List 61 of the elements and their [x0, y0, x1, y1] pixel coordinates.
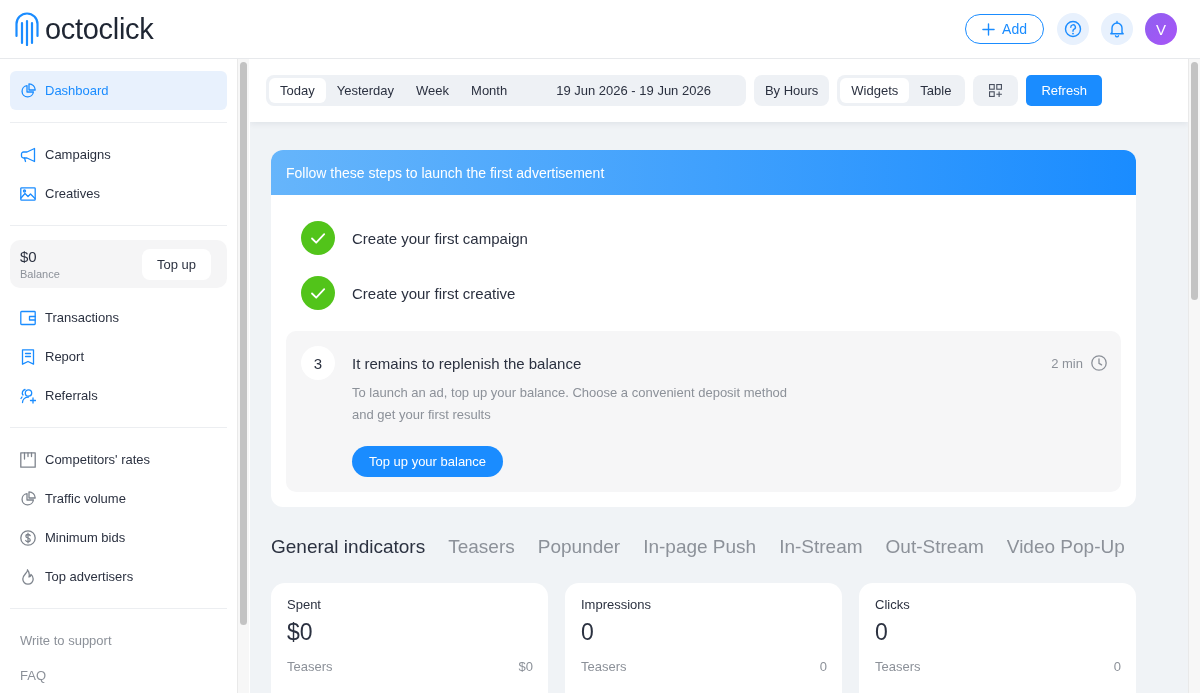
- period-tab[interactable]: Yesterday: [325, 78, 406, 103]
- pie-chart-icon: [20, 82, 36, 99]
- flame-icon: [20, 568, 36, 585]
- stat-row-value: 0: [819, 659, 827, 674]
- pie-chart-icon: [20, 490, 36, 507]
- view-tab[interactable]: Table: [909, 78, 963, 103]
- step-duration: 2 min: [1051, 355, 1083, 371]
- grid-icon: [989, 84, 1003, 97]
- logo-icon: [15, 12, 39, 46]
- bell-icon[interactable]: [1101, 13, 1133, 45]
- document-icon: [20, 348, 36, 365]
- balance-amount: $0: [20, 248, 38, 265]
- sidebar-item[interactable]: Minimum bids: [10, 518, 227, 557]
- stat-value: 0: [875, 618, 889, 647]
- sidebar-item[interactable]: Traffic volume: [10, 479, 227, 518]
- wallet-icon: [20, 309, 36, 326]
- sidebar-item[interactable]: Top advertisers: [10, 557, 227, 596]
- view-tab[interactable]: Widgets: [840, 78, 910, 103]
- stat-row-label: Teasers: [287, 659, 333, 674]
- sidebar-item[interactable]: Campaigns: [10, 135, 227, 174]
- sidebar-item[interactable]: Referrals: [10, 376, 227, 415]
- step-title: Create your first creative: [352, 284, 516, 302]
- stat-row-value: 0: [1113, 659, 1121, 674]
- plus-icon: [982, 22, 996, 36]
- dollar-icon: [20, 529, 36, 546]
- sidebar-item[interactable]: Competitors' rates: [10, 440, 227, 479]
- period-tab[interactable]: Month: [460, 78, 519, 103]
- clock-icon: [1091, 355, 1107, 371]
- stat-title: Clicks: [875, 597, 911, 613]
- image-icon: [20, 185, 36, 202]
- help-icon[interactable]: [1057, 13, 1089, 45]
- sidebar-item[interactable]: Transactions: [10, 298, 227, 337]
- period-tab[interactable]: Week: [405, 78, 461, 103]
- step-title: It remains to replenish the balance: [352, 354, 582, 372]
- step-description: To launch an ad, top up your balance. Choose a convenient deposit method and get your first results: [352, 384, 789, 424]
- sidebar-item[interactable]: Report: [10, 337, 227, 376]
- megaphone-icon: [20, 146, 36, 163]
- stat-value: 0: [581, 618, 595, 647]
- stat-title: Spent: [287, 597, 322, 613]
- scrollbar[interactable]: [237, 59, 249, 693]
- step-title: Create your first campaign: [352, 229, 528, 247]
- period-tab[interactable]: Today: [269, 78, 326, 103]
- logo-text[interactable]: octoclick: [45, 12, 154, 46]
- user-avatar[interactable]: V: [1145, 13, 1177, 45]
- indicator-tab[interactable]: General indicators: [271, 535, 426, 559]
- date-range[interactable]: 19 Jun 2026 - 19 Jun 2026: [556, 83, 743, 98]
- onboarding-title: Follow these steps to launch the first advertisement: [286, 164, 605, 181]
- scrollbar[interactable]: [1188, 59, 1200, 693]
- stat-value: $0: [287, 618, 314, 647]
- layout-button[interactable]: [973, 75, 1019, 106]
- balance-label: Balance: [20, 268, 60, 280]
- people-icon: [20, 387, 36, 404]
- sidebar-item[interactable]: Creatives: [10, 174, 227, 213]
- stat-row-label: Teasers: [581, 659, 627, 674]
- by-hours-button[interactable]: By Hours: [753, 75, 830, 106]
- top-up-button[interactable]: Top up: [141, 248, 211, 280]
- stat-title: Impressions: [581, 597, 653, 613]
- step-number: 3: [301, 346, 335, 380]
- board-icon: [20, 451, 36, 468]
- stat-row-value: $0: [518, 659, 533, 674]
- stat-row-label: Teasers: [875, 659, 921, 674]
